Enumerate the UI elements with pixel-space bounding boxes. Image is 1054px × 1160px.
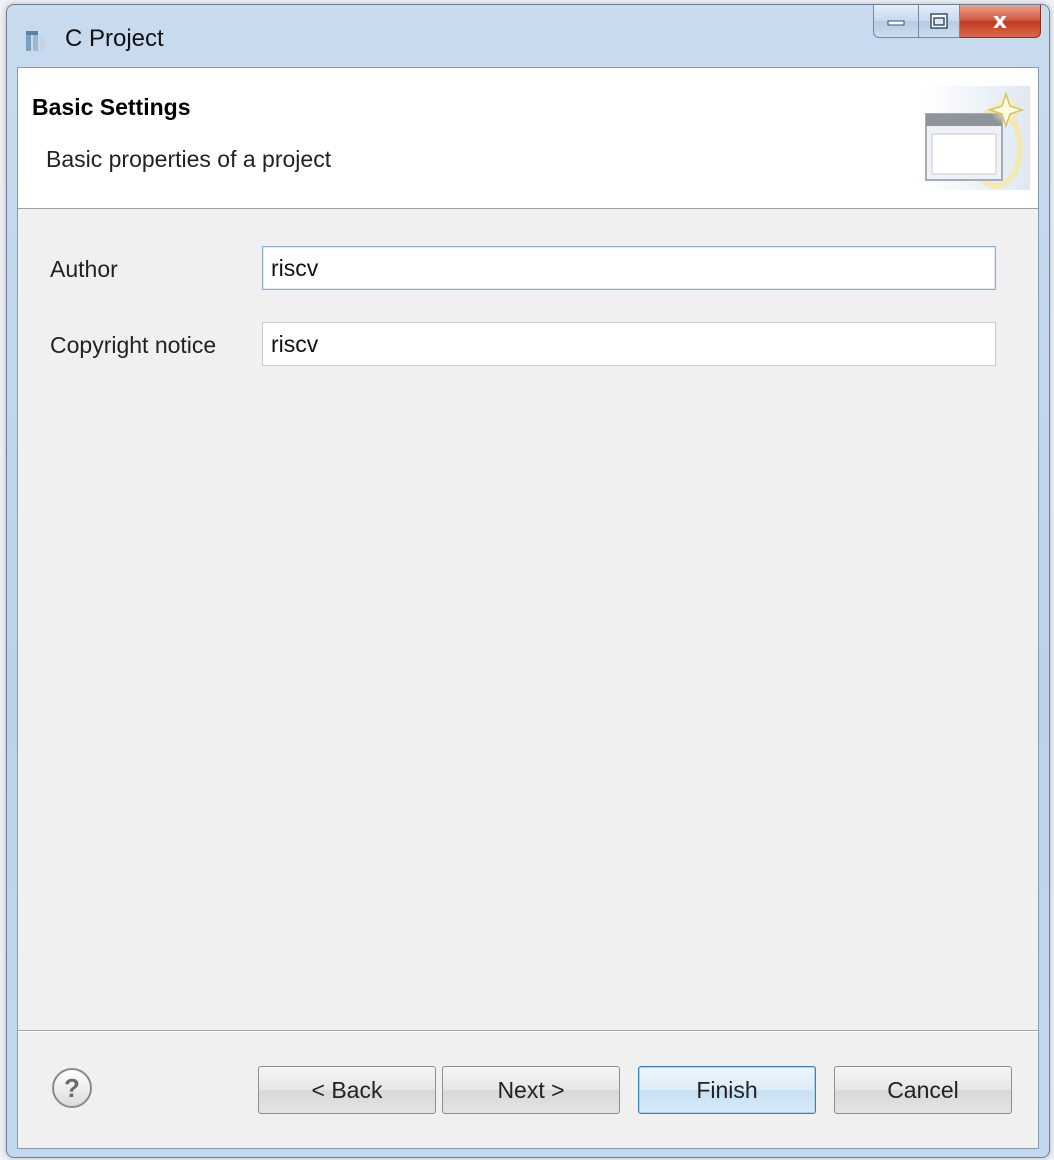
wizard-banner-icon <box>922 86 1030 190</box>
cdt-project-icon <box>26 31 45 51</box>
next-button[interactable]: Next > <box>442 1066 620 1114</box>
dialog-window: C Project x Basic Settings Basic propert… <box>6 4 1050 1158</box>
copyright-label: Copyright notice <box>50 332 217 358</box>
dialog-client-area: Basic Settings Basic properties of a pro… <box>17 67 1039 1149</box>
footer-divider <box>18 1030 1038 1032</box>
minimize-icon <box>887 20 905 26</box>
author-input[interactable] <box>262 246 996 290</box>
back-button[interactable]: < Back <box>258 1066 436 1114</box>
copyright-input[interactable] <box>262 322 996 366</box>
cancel-button[interactable]: Cancel <box>834 1066 1012 1114</box>
close-button[interactable]: x <box>960 5 1041 38</box>
minimize-button[interactable] <box>873 5 919 38</box>
caption-buttons: x <box>873 5 1041 39</box>
author-label: Author <box>50 256 118 282</box>
close-icon: x <box>992 8 1008 34</box>
window-title: C Project <box>65 25 164 52</box>
maximize-button[interactable] <box>919 5 960 38</box>
page-title: Basic Settings <box>32 94 191 120</box>
help-button[interactable]: ? <box>52 1068 92 1108</box>
maximize-icon <box>930 13 948 29</box>
help-icon: ? <box>64 1072 80 1103</box>
finish-button[interactable]: Finish <box>638 1066 816 1114</box>
title-bar[interactable]: C Project x <box>7 5 1049 67</box>
page-description: Basic properties of a project <box>46 146 332 172</box>
wizard-banner: Basic Settings Basic properties of a pro… <box>18 68 1038 209</box>
